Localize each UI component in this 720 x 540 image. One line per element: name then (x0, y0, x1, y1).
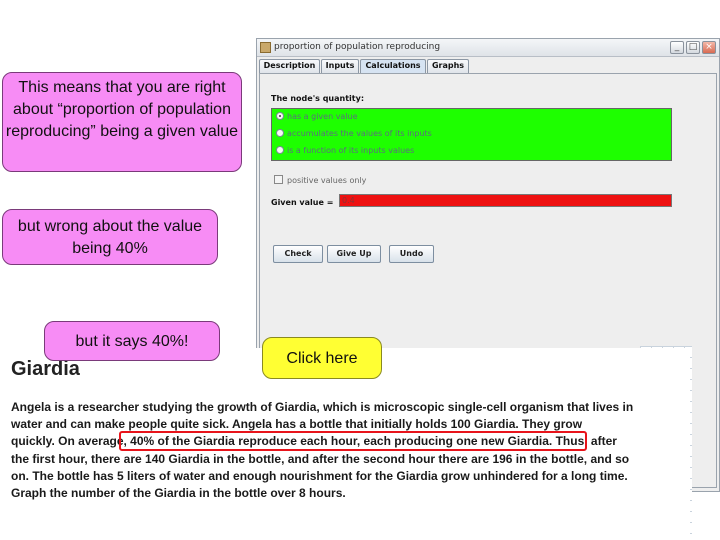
quantity-label: The node's quantity: (271, 94, 365, 103)
callout-text: but it says 40%! (75, 333, 189, 350)
callout-text: but wrong about the value being 40% (17, 218, 203, 257)
radio-icon[interactable] (276, 145, 284, 154)
problem-line: on. The bottle has 5 liters of water and… (11, 468, 628, 483)
problem-line: Graph the number of the Giardia in the b… (11, 486, 346, 501)
given-value-label: Given value = (271, 198, 334, 207)
radio-icon[interactable] (276, 128, 284, 137)
callout-click-here: Click here (262, 262, 425, 379)
highlight-40-percent (119, 431, 587, 451)
problem-heading: Giardia (11, 358, 80, 380)
check-button[interactable]: Check (273, 245, 323, 263)
tab-inputs[interactable]: Inputs (321, 59, 359, 73)
checkbox-icon[interactable] (274, 175, 283, 184)
give-up-button[interactable]: Give Up (327, 245, 381, 263)
option-accumulates[interactable]: accumulates the values of its inputs (276, 128, 432, 140)
option-label: is a function of its inputs values (287, 146, 415, 155)
option-function[interactable]: is a function of its inputs values (276, 145, 414, 157)
tab-calculations[interactable]: Calculations (360, 59, 426, 73)
positive-only-checkbox[interactable]: positive values only (274, 175, 367, 185)
minimize-icon[interactable]: _ (670, 41, 684, 54)
option-label: has a given value (287, 112, 358, 121)
positive-only-label: positive values only (287, 176, 367, 185)
callout-text: This means that you are right about “pro… (5, 79, 239, 140)
callout-wrong-about: but wrong about the value being 40% (2, 200, 444, 265)
undo-button[interactable]: Undo (389, 245, 434, 263)
option-given-value[interactable]: has a given value (276, 111, 358, 123)
given-value-field[interactable]: 0.4 (339, 194, 672, 207)
window-titlebar[interactable]: proportion of population reproducing _ □… (257, 39, 719, 57)
close-icon[interactable]: × (702, 41, 716, 54)
tab-description[interactable]: Description (259, 59, 320, 73)
callout-but-it-says: but it says 40%! (44, 321, 267, 439)
callout-text: Click here (286, 350, 358, 367)
app-icon (260, 42, 271, 53)
problem-line: Angela is a researcher studying the grow… (11, 400, 634, 414)
tab-graphs[interactable]: Graphs (427, 59, 469, 73)
window-title: proportion of population reproducing (274, 42, 441, 52)
quantity-options-group: has a given value accumulates the values… (271, 108, 672, 161)
option-label: accumulates the values of its inputs (287, 129, 432, 138)
maximize-icon[interactable]: □ (686, 41, 700, 54)
problem-line: the first hour, there are 140 Giardia in… (11, 451, 630, 466)
callout-right-about: This means that you are right about “pro… (2, 72, 395, 172)
radio-selected-icon[interactable] (276, 111, 284, 120)
